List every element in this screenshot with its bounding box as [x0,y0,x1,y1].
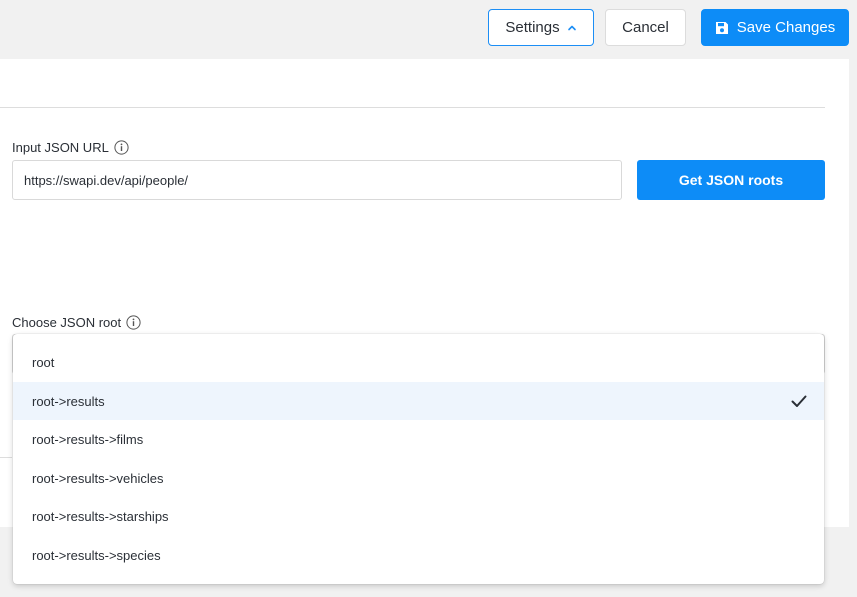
cancel-button[interactable]: Cancel [605,9,686,46]
save-changes-label: Save Changes [736,19,836,36]
cancel-button-label: Cancel [622,19,669,36]
dropdown-option[interactable]: root [13,343,824,381]
dropdown-option-label: root->results->vehicles [32,470,164,486]
dropdown-option-label: root->results->films [32,431,144,447]
dropdown-option-selected[interactable]: root->results [13,382,824,420]
dropdown-option[interactable]: root->results->species [13,536,824,574]
info-icon[interactable] [126,314,141,330]
dropdown-option-label: root->results [32,393,105,409]
dropdown-option[interactable]: root->results->films [13,420,824,458]
json-root-dropdown-menu: root root->results root->results->films … [13,334,824,584]
json-url-value: https://swapi.dev/api/people/ [24,172,189,188]
choose-json-root-label: Choose JSON root [12,314,141,330]
dropdown-option[interactable]: root->results->vehicles [13,459,824,497]
panel-divider [0,107,825,108]
json-url-input[interactable]: https://swapi.dev/api/people/ [12,160,622,200]
panel-divider-bottom [0,457,12,458]
get-json-roots-label: Get JSON roots [678,172,784,188]
checkmark-icon [791,395,807,407]
info-icon[interactable] [114,139,129,155]
get-json-roots-button[interactable]: Get JSON roots [637,160,825,200]
floppy-disk-icon [715,21,728,34]
input-json-url-label-text: Input JSON URL [12,139,109,155]
dropdown-option[interactable]: root->results->starships [13,497,824,535]
dropdown-option-label: root->results->starships [32,508,169,524]
top-toolbar: Settings Cancel Save Changes [0,0,857,58]
save-changes-button[interactable]: Save Changes [701,9,849,46]
dropdown-option-label: root->results->species [32,547,161,563]
chevron-up-icon [567,25,576,30]
input-json-url-label: Input JSON URL [12,139,129,155]
settings-button-label: Settings [505,19,560,36]
settings-button[interactable]: Settings [488,9,594,46]
choose-json-root-label-text: Choose JSON root [12,314,122,330]
dropdown-option-label: root [32,354,55,370]
